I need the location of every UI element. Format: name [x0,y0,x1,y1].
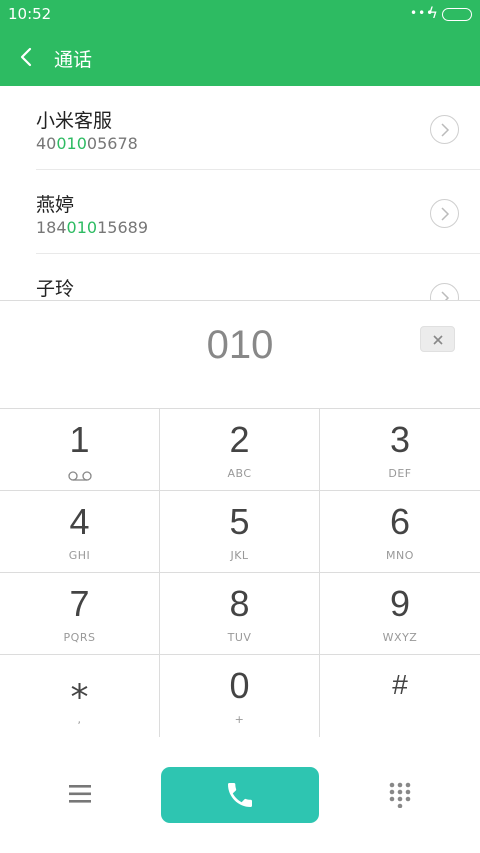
number-match-highlight: 010 [66,218,98,237]
contact-detail-button[interactable] [430,199,459,228]
key-8[interactable]: 8 TUV [160,573,320,655]
key-6[interactable]: 6 MNO [320,491,480,573]
number-match-highlight: 010 [56,134,87,153]
contact-name: 子玲 [36,278,75,300]
call-button[interactable] [161,767,319,823]
contact-detail-button[interactable] [430,115,459,144]
status-bar: 10:52 ••• ϟ [0,0,480,28]
phone-icon [228,783,252,807]
key-7[interactable]: 7 PQRS [0,573,160,655]
menu-icon [69,785,91,803]
backspace-icon [433,335,443,345]
contact-number: 4001005678 [36,134,138,153]
key-4[interactable]: 4 GHI [0,491,160,573]
chevron-right-icon [441,291,450,300]
voicemail-icon [68,471,92,481]
key-0[interactable]: 0 + [160,655,320,737]
dialed-number: 010 [206,323,274,367]
contact-results-list: 小米客服 4001005678 燕婷 18401015689 子玲 [0,86,480,300]
contact-number: 18401015689 [36,218,148,237]
key-9[interactable]: 9 WXYZ [320,573,480,655]
charging-icon: ϟ [428,4,438,22]
chevron-right-icon [441,207,450,221]
menu-button[interactable] [68,783,92,805]
dialpad-toggle-button[interactable] [389,782,411,809]
contact-name: 燕婷 [36,194,75,216]
contact-row[interactable]: 子玲 [0,254,480,300]
contact-row[interactable]: 小米客服 4001005678 [0,86,480,170]
dial-keypad: 1 2 ABC 3 DEF 4 GHI 5 JKL 6 MNO 7 PQRS 8… [0,408,480,738]
dial-display: 010 [0,300,480,408]
page-title: 通话 [54,49,93,71]
key-star[interactable]: ⁎ , [0,655,160,737]
back-button[interactable] [16,43,40,71]
key-5[interactable]: 5 JKL [160,491,320,573]
key-3[interactable]: 3 DEF [320,409,480,491]
key-hash[interactable]: # [320,655,480,737]
key-2[interactable]: 2 ABC [160,409,320,491]
chevron-left-icon [20,47,32,67]
backspace-button[interactable] [420,326,455,352]
bottom-action-bar [0,738,480,853]
contact-name: 小米客服 [36,110,113,132]
key-1[interactable]: 1 [0,409,160,491]
contact-detail-button[interactable] [430,283,459,300]
chevron-right-icon [441,123,450,137]
battery-icon [442,8,472,21]
dialpad-icon [389,782,411,809]
contact-row[interactable]: 燕婷 18401015689 [0,170,480,254]
app-header: 通话 [0,28,480,86]
status-time: 10:52 [8,5,52,23]
